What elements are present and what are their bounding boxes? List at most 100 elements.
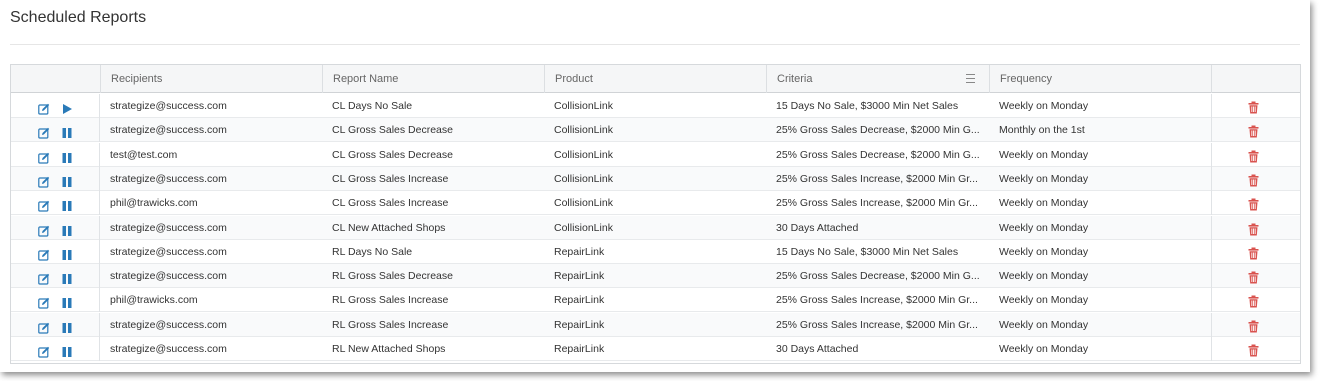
table-row[interactable]: strategize@success.com RL Gross Sales In… <box>11 312 1300 337</box>
row-actions <box>11 312 100 337</box>
cell-recipients: phil@trawicks.com <box>110 197 198 210</box>
cell-product: RepairLink <box>554 318 605 331</box>
cell-recipients: phil@trawicks.com <box>110 294 198 307</box>
cell-report-name: RL Gross Sales Increase <box>332 294 449 307</box>
pause-icon[interactable] <box>61 294 73 309</box>
header-product[interactable]: Product <box>544 65 766 93</box>
trash-icon[interactable] <box>1248 172 1259 187</box>
header-delete <box>1211 65 1300 93</box>
trash-icon[interactable] <box>1248 221 1259 235</box>
header-report-name[interactable]: Report Name <box>322 65 544 93</box>
header-criteria[interactable]: Criteria <box>766 65 989 93</box>
trash-icon[interactable] <box>1248 269 1259 284</box>
trash-icon[interactable] <box>1248 245 1259 260</box>
trash-icon[interactable] <box>1248 318 1259 333</box>
pause-icon[interactable] <box>61 246 73 260</box>
edit-icon[interactable] <box>38 222 50 237</box>
pause-icon[interactable] <box>61 149 73 163</box>
edit-icon[interactable] <box>38 124 50 139</box>
table-row[interactable]: phil@trawicks.com CL Gross Sales Increas… <box>11 191 1300 216</box>
edit-icon[interactable] <box>38 246 50 261</box>
pause-icon[interactable] <box>61 173 73 187</box>
cell-report-name: CL Gross Sales Decrease <box>332 124 453 137</box>
page-title: Scheduled Reports <box>10 9 147 26</box>
pause-icon[interactable] <box>61 319 73 333</box>
cell-frequency: Weekly on Monday <box>999 221 1089 234</box>
edit-icon[interactable] <box>38 149 50 164</box>
row-actions <box>11 215 100 240</box>
edit-icon[interactable] <box>38 319 50 334</box>
table-row[interactable]: strategize@success.com CL Gross Sales De… <box>11 118 1300 143</box>
column-menu-icon[interactable] <box>966 74 975 83</box>
table-row[interactable]: strategize@success.com CL Gross Sales In… <box>11 166 1300 191</box>
trash-icon[interactable] <box>1248 293 1259 308</box>
cell-report-name: RL New Attached Shops <box>332 343 446 355</box>
cell-criteria: 25% Gross Sales Increase, $2000 Min Gr..… <box>776 197 978 210</box>
trash-icon[interactable] <box>1248 196 1259 211</box>
row-actions <box>11 239 100 264</box>
table-row[interactable]: strategize@success.com RL Days No Sale R… <box>11 239 1300 264</box>
row-delete <box>1211 118 1300 143</box>
row-delete <box>1211 288 1300 313</box>
edit-icon[interactable] <box>38 197 50 212</box>
header-actions <box>11 65 100 93</box>
cell-recipients: strategize@success.com <box>110 318 227 331</box>
edit-icon[interactable] <box>38 343 50 358</box>
cell-frequency: Weekly on Monday <box>999 270 1089 283</box>
pause-icon[interactable] <box>61 343 73 357</box>
cell-product: RepairLink <box>554 343 605 355</box>
cell-criteria: 25% Gross Sales Decrease, $2000 Min G... <box>776 148 980 161</box>
row-actions <box>11 191 100 216</box>
table-row[interactable]: test@test.com CL Gross Sales Decrease Co… <box>11 142 1300 167</box>
edit-icon[interactable] <box>38 100 50 115</box>
edit-icon[interactable] <box>38 270 50 285</box>
play-icon[interactable] <box>61 100 73 114</box>
grid-header: Recipients Report Name Product Criteria … <box>11 65 1300 93</box>
header-frequency[interactable]: Frequency <box>989 65 1211 93</box>
edit-icon[interactable] <box>38 173 50 188</box>
cell-recipients: strategize@success.com <box>110 172 227 185</box>
cell-frequency: Weekly on Monday <box>999 172 1089 185</box>
pause-icon[interactable] <box>61 270 73 285</box>
table-row[interactable]: strategize@success.com CL Days No Sale C… <box>11 94 1300 118</box>
cell-recipients: strategize@success.com <box>110 221 227 234</box>
cell-product: RepairLink <box>554 245 605 258</box>
table-row[interactable]: phil@trawicks.com RL Gross Sales Increas… <box>11 288 1300 313</box>
table-row[interactable]: strategize@success.com CL New Attached S… <box>11 215 1300 240</box>
row-actions <box>11 166 100 191</box>
cell-report-name: CL New Attached Shops <box>332 221 446 234</box>
cell-recipients: test@test.com <box>110 148 178 161</box>
cell-criteria: 15 Days No Sale, $3000 Min Net Sales <box>776 100 959 112</box>
row-actions <box>11 94 100 118</box>
row-delete <box>1211 166 1300 191</box>
cell-recipients: strategize@success.com <box>110 343 227 355</box>
cell-criteria: 25% Gross Sales Increase, $2000 Min Gr..… <box>776 172 978 185</box>
table-row[interactable]: strategize@success.com RL New Attached S… <box>11 337 1300 361</box>
cell-criteria: 25% Gross Sales Increase, $2000 Min Gr..… <box>776 294 978 307</box>
header-recipients[interactable]: Recipients <box>100 65 322 93</box>
trash-icon[interactable] <box>1248 148 1259 163</box>
cell-report-name: CL Gross Sales Decrease <box>332 148 453 161</box>
trash-icon[interactable] <box>1248 342 1259 357</box>
cell-frequency: Weekly on Monday <box>999 148 1089 161</box>
cell-report-name: RL Gross Sales Decrease <box>332 270 453 283</box>
cell-frequency: Weekly on Monday <box>999 343 1089 355</box>
pause-icon[interactable] <box>61 124 73 139</box>
cell-criteria: 25% Gross Sales Decrease, $2000 Min G... <box>776 124 980 137</box>
row-actions <box>11 337 100 361</box>
cell-frequency: Weekly on Monday <box>999 318 1089 331</box>
reports-grid: Recipients Report Name Product Criteria … <box>10 64 1301 364</box>
row-delete <box>1211 142 1300 167</box>
pause-icon[interactable] <box>61 197 73 212</box>
trash-icon[interactable] <box>1248 123 1259 138</box>
cell-recipients: strategize@success.com <box>110 124 227 137</box>
cell-frequency: Weekly on Monday <box>999 100 1089 112</box>
edit-icon[interactable] <box>38 294 50 309</box>
cell-criteria: 25% Gross Sales Decrease, $2000 Min G... <box>776 270 980 283</box>
cell-frequency: Weekly on Monday <box>999 245 1089 258</box>
trash-icon[interactable] <box>1248 99 1259 114</box>
cell-criteria: 15 Days No Sale, $3000 Min Net Sales <box>776 245 959 258</box>
pause-icon[interactable] <box>61 222 73 236</box>
table-row[interactable]: strategize@success.com RL Gross Sales De… <box>11 264 1300 289</box>
cell-product: CollisionLink <box>554 172 613 185</box>
